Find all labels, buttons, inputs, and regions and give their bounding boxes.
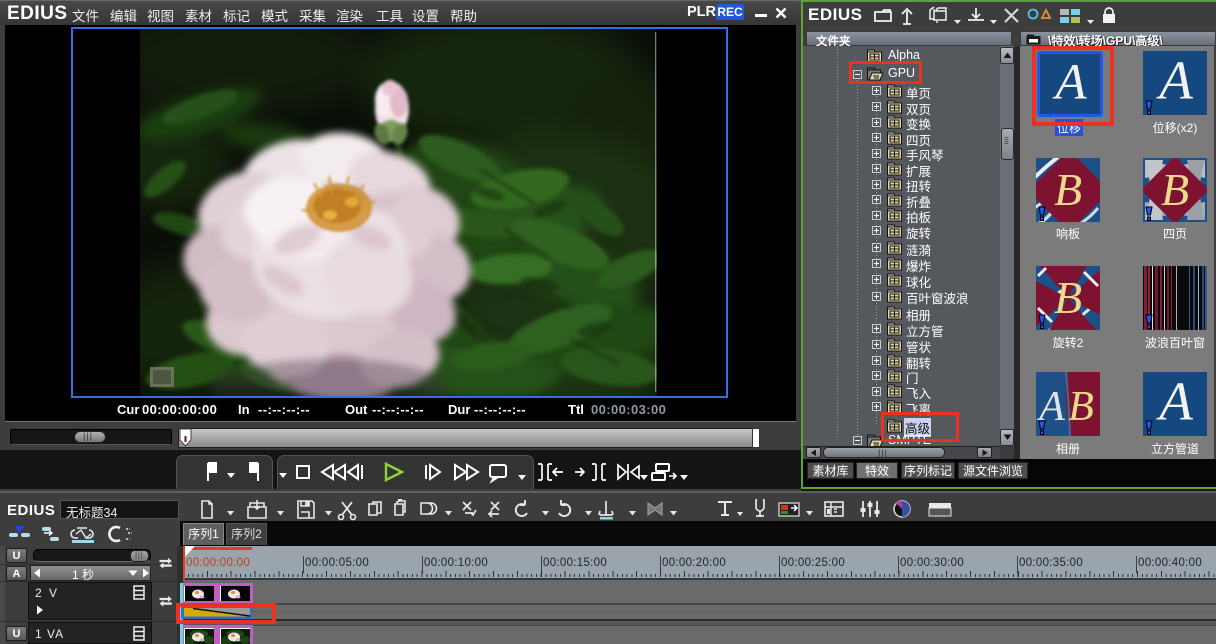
svg-text:B: B [1161, 164, 1189, 215]
svg-text:A: A [1155, 51, 1193, 110]
svg-text:B: B [1068, 384, 1094, 430]
svg-text:B: B [1054, 164, 1082, 215]
svg-text:B: B [1054, 272, 1082, 323]
svg-text:A: A [1155, 372, 1193, 431]
